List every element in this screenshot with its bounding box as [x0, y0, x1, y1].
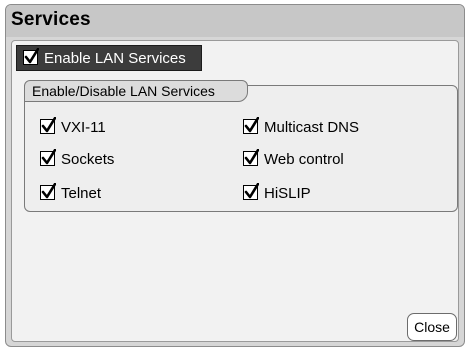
checkbox-box [243, 149, 259, 166]
title-bar: Services [6, 5, 464, 37]
enable-lan-services-label: Enable LAN Services [44, 50, 186, 67]
check-mark-icon [41, 183, 56, 199]
telnet-label: Telnet [61, 185, 102, 202]
hislip-label: HiSLIP [264, 185, 311, 202]
vxi11-checkbox[interactable]: VXI-11 [40, 117, 160, 137]
checkbox-box [243, 117, 259, 134]
check-mark-icon [244, 149, 259, 165]
telnet-checkbox[interactable]: Telnet [40, 183, 160, 203]
check-mark-icon [41, 149, 56, 165]
checkbox-box [40, 183, 56, 200]
hislip-checkbox[interactable]: HiSLIP [243, 183, 393, 203]
web-control-checkbox[interactable]: Web control [243, 149, 393, 169]
enable-lan-services-checkbox[interactable]: Enable LAN Services [16, 45, 202, 71]
multicast-dns-checkbox[interactable]: Multicast DNS [243, 117, 393, 137]
multicast-dns-label: Multicast DNS [264, 119, 360, 136]
check-mark-icon [244, 183, 259, 199]
lan-services-group-title: Enable/Disable LAN Services [24, 80, 248, 102]
check-mark-icon [41, 117, 56, 133]
web-control-label: Web control [264, 151, 344, 168]
check-mark-icon [244, 117, 259, 133]
sockets-label: Sockets [61, 151, 115, 168]
check-mark-icon [24, 48, 39, 64]
sockets-checkbox[interactable]: Sockets [40, 149, 160, 169]
checkbox-box [40, 149, 56, 166]
close-button[interactable]: Close [407, 313, 457, 341]
dialog-title: Services [11, 9, 91, 30]
vxi11-label: VXI-11 [61, 119, 106, 136]
checkbox-box [40, 117, 56, 134]
group-title-label: Enable/Disable LAN Services [32, 83, 215, 99]
checkbox-box [23, 48, 39, 65]
checkbox-box [243, 183, 259, 200]
